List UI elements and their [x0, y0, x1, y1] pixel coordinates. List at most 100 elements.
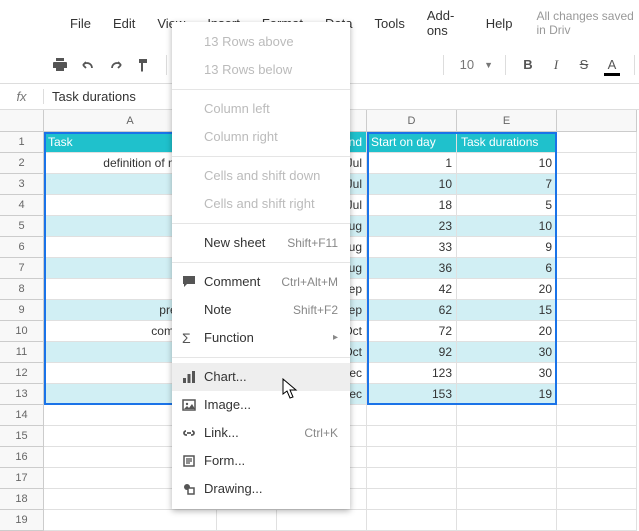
print-icon[interactable]	[50, 55, 70, 75]
cell[interactable]: 9	[457, 237, 557, 258]
cell[interactable]	[557, 237, 637, 258]
cell[interactable]: 23	[367, 216, 457, 237]
cell[interactable]: 1	[367, 153, 457, 174]
cell[interactable]	[367, 447, 457, 468]
menu-file[interactable]: File	[60, 12, 101, 35]
cell[interactable]	[557, 216, 637, 237]
font-size-group[interactable]: 10 ▼	[456, 57, 493, 72]
cell[interactable]	[367, 468, 457, 489]
menu-form[interactable]: Form...	[172, 447, 350, 475]
cell[interactable]	[367, 405, 457, 426]
cell[interactable]: 10	[457, 216, 557, 237]
cell[interactable]	[557, 321, 637, 342]
menu-help[interactable]: Help	[476, 12, 523, 35]
row-header[interactable]: 18	[0, 489, 44, 510]
cell[interactable]: 33	[367, 237, 457, 258]
cell[interactable]	[557, 132, 637, 153]
cell[interactable]: 10	[367, 174, 457, 195]
cell[interactable]: 123	[367, 363, 457, 384]
row-header[interactable]: 10	[0, 321, 44, 342]
strikethrough-button[interactable]: S	[574, 55, 594, 75]
cell[interactable]: 10	[457, 153, 557, 174]
cell[interactable]	[557, 447, 637, 468]
menu-edit[interactable]: Edit	[103, 12, 145, 35]
cell[interactable]: 153	[367, 384, 457, 405]
row-header[interactable]: 11	[0, 342, 44, 363]
cell[interactable]: 20	[457, 279, 557, 300]
cell[interactable]	[457, 426, 557, 447]
cell[interactable]	[457, 468, 557, 489]
cell[interactable]: 36	[367, 258, 457, 279]
select-all-corner[interactable]	[0, 110, 44, 132]
row-header[interactable]: 8	[0, 279, 44, 300]
row-header[interactable]: 2	[0, 153, 44, 174]
cell[interactable]	[457, 405, 557, 426]
row-header[interactable]: 5	[0, 216, 44, 237]
bold-button[interactable]: B	[518, 55, 538, 75]
cell[interactable]	[367, 426, 457, 447]
cell[interactable]	[557, 468, 637, 489]
cell[interactable]	[367, 489, 457, 510]
row-header[interactable]: 3	[0, 174, 44, 195]
cell[interactable]: 92	[367, 342, 457, 363]
italic-button[interactable]: I	[546, 55, 566, 75]
cell[interactable]: 42	[367, 279, 457, 300]
cell[interactable]: 19	[457, 384, 557, 405]
cell[interactable]: 6	[457, 258, 557, 279]
cell[interactable]	[557, 405, 637, 426]
paint-format-icon[interactable]	[134, 55, 154, 75]
cell[interactable]	[557, 300, 637, 321]
cell[interactable]	[557, 258, 637, 279]
cell[interactable]: 30	[457, 342, 557, 363]
cell[interactable]	[557, 384, 637, 405]
cell[interactable]	[557, 363, 637, 384]
row-header[interactable]: 17	[0, 468, 44, 489]
menu-function[interactable]: ΣFunction▸	[172, 324, 350, 352]
cell[interactable]	[557, 489, 637, 510]
cell[interactable]: 18	[367, 195, 457, 216]
row-header[interactable]: 14	[0, 405, 44, 426]
cell[interactable]	[557, 426, 637, 447]
cell[interactable]: 20	[457, 321, 557, 342]
col-header-d[interactable]: D	[367, 110, 457, 132]
menu-image[interactable]: Image...	[172, 391, 350, 419]
menu-note[interactable]: NoteShift+F2	[172, 296, 350, 324]
col-header-e[interactable]: E	[457, 110, 557, 132]
cell[interactable]: 30	[457, 363, 557, 384]
menu-new-sheet[interactable]: New sheetShift+F11	[172, 229, 350, 257]
row-header[interactable]: 7	[0, 258, 44, 279]
menu-addons[interactable]: Add-ons	[417, 4, 474, 42]
cell[interactable]: 7	[457, 174, 557, 195]
col-header-f[interactable]	[557, 110, 637, 132]
menu-link[interactable]: Link...Ctrl+K	[172, 419, 350, 447]
redo-icon[interactable]	[106, 55, 126, 75]
row-header[interactable]: 13	[0, 384, 44, 405]
text-color-button[interactable]: A	[602, 55, 622, 75]
cell[interactable]	[557, 279, 637, 300]
row-header[interactable]: 12	[0, 363, 44, 384]
undo-icon[interactable]	[78, 55, 98, 75]
menu-tools[interactable]: Tools	[364, 12, 414, 35]
row-header[interactable]: 9	[0, 300, 44, 321]
cell[interactable]: 5	[457, 195, 557, 216]
cell[interactable]	[557, 195, 637, 216]
menu-chart[interactable]: Chart...	[172, 363, 350, 391]
menu-drawing[interactable]: Drawing...	[172, 475, 350, 503]
cell[interactable]	[557, 342, 637, 363]
cell[interactable]: 72	[367, 321, 457, 342]
cell[interactable]	[557, 174, 637, 195]
cell[interactable]: 15	[457, 300, 557, 321]
cell[interactable]	[457, 447, 557, 468]
row-header[interactable]: 6	[0, 237, 44, 258]
row-header[interactable]: 16	[0, 447, 44, 468]
cell[interactable]: Task durations	[457, 132, 557, 153]
row-header[interactable]: 4	[0, 195, 44, 216]
cell[interactable]: 62	[367, 300, 457, 321]
row-header[interactable]: 1	[0, 132, 44, 153]
menu-comment[interactable]: CommentCtrl+Alt+M	[172, 268, 350, 296]
cell[interactable]	[557, 153, 637, 174]
cell[interactable]: Start on day	[367, 132, 457, 153]
row-header[interactable]: 15	[0, 426, 44, 447]
cell[interactable]	[457, 489, 557, 510]
menu-cells-shift-down: Cells and shift down	[172, 162, 350, 190]
